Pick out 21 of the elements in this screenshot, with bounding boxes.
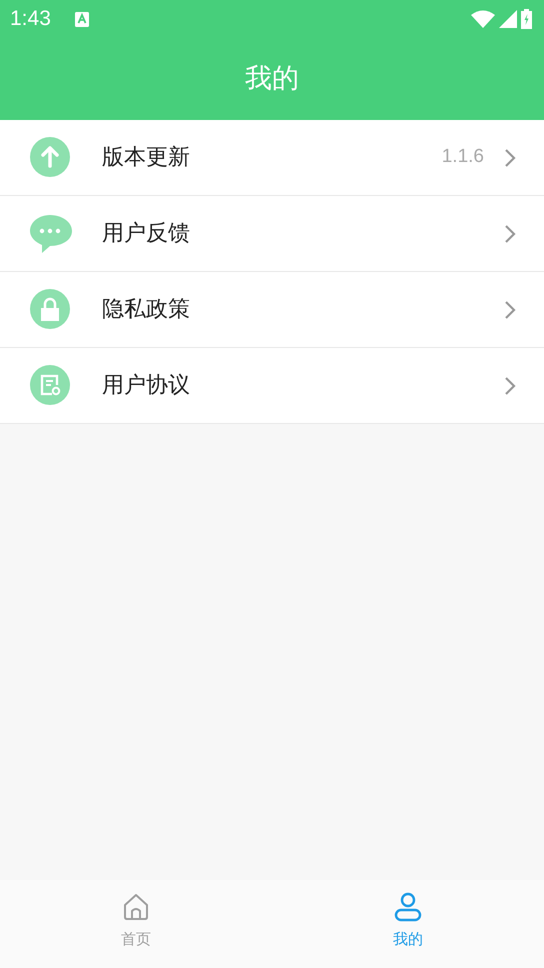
user-icon — [394, 892, 422, 922]
home-icon — [122, 892, 150, 922]
signal-icon — [499, 10, 517, 28]
chevron-icon — [504, 376, 516, 396]
upload-icon — [30, 136, 72, 178]
menu-item[interactable]: 用户协议 — [0, 348, 544, 424]
version-text: 1.1.6 — [442, 145, 484, 170]
wifi-icon — [471, 10, 495, 28]
battery-icon — [521, 9, 532, 29]
chat-icon — [30, 212, 72, 254]
menu-item[interactable]: 用户反馈 — [0, 196, 544, 272]
chevron-icon — [504, 300, 516, 320]
document-icon — [30, 364, 72, 406]
chevron-icon — [504, 148, 516, 168]
lock-icon — [30, 288, 72, 330]
chevron-icon — [504, 224, 516, 244]
menu-item[interactable]: 隐私政策 — [0, 272, 544, 348]
menu-item[interactable]: 版本更新 1.1.6 — [0, 120, 544, 196]
page-title: 我的 — [245, 62, 299, 96]
keyboard-icon — [74, 12, 89, 26]
status-time: 1:43 — [10, 6, 51, 32]
